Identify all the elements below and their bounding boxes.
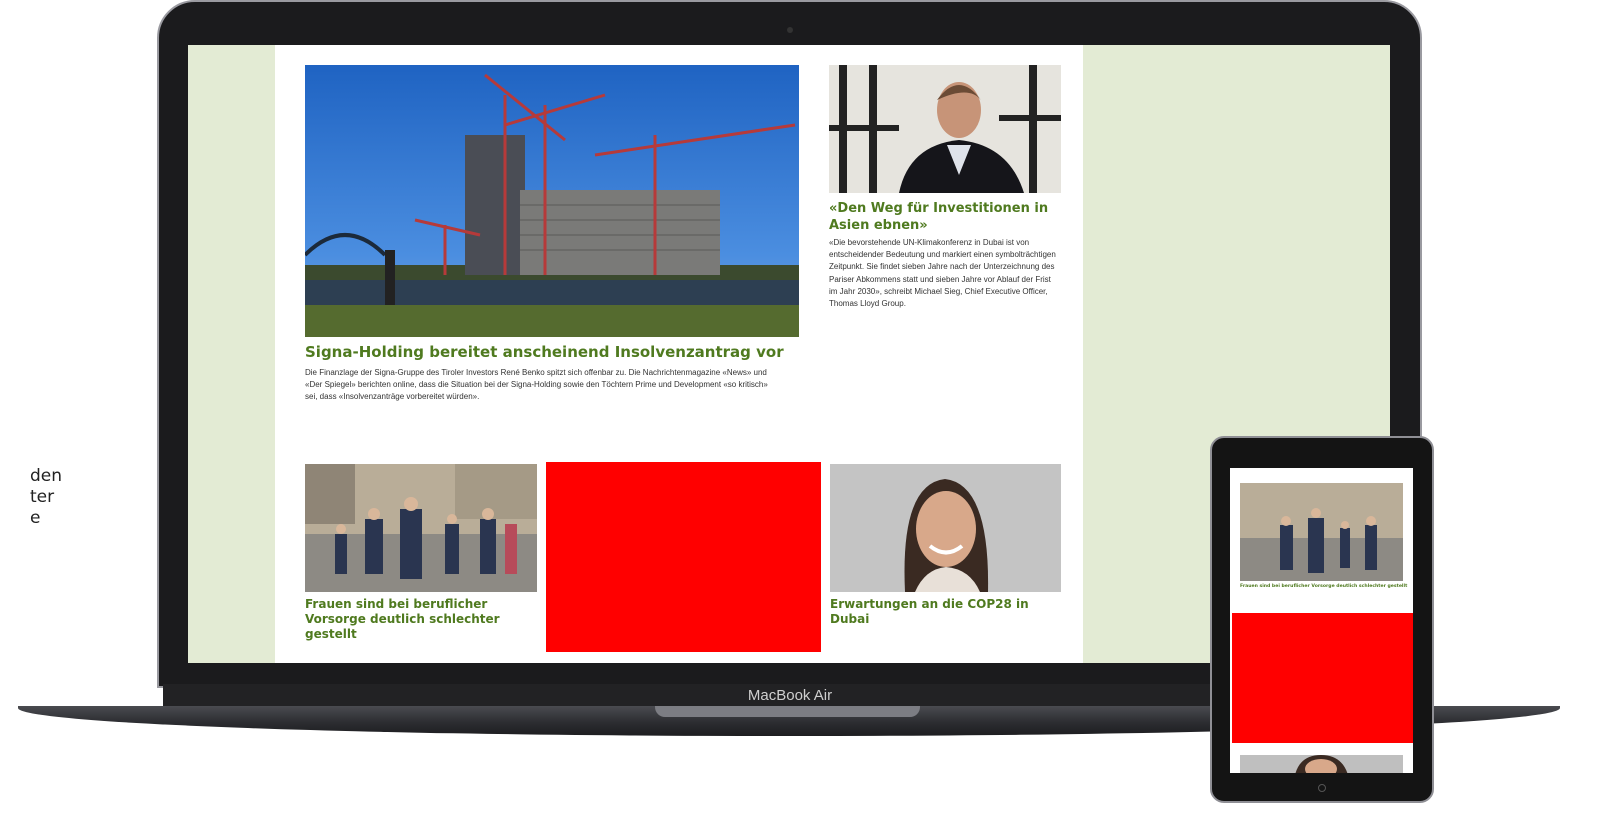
main-article-teaser: Die Finanzlage der Signa-Gruppe des Tiro… (305, 368, 768, 401)
ad-placeholder[interactable] (546, 462, 821, 652)
main-article-title[interactable]: Signa-Holding bereitet anscheinend Insol… (305, 343, 825, 361)
tablet-home-button[interactable] (1318, 784, 1326, 792)
card-image-woman[interactable] (830, 464, 1061, 592)
hero-image[interactable] (305, 65, 799, 337)
clipped-side-text: den ter e (0, 466, 70, 529)
news-page: Signa-Holding bereitet anscheinend Insol… (275, 45, 1083, 663)
card-image-street[interactable] (305, 464, 537, 592)
card-title-women-pension[interactable]: Frauen sind bei beruflicher Vorsorge deu… (305, 597, 530, 642)
tablet-card-title[interactable]: Frauen sind bei beruflicher Vorsorge deu… (1240, 584, 1408, 590)
laptop-notch (655, 706, 920, 717)
side-text-line: e (30, 508, 41, 528)
tablet-next-image[interactable] (1240, 755, 1403, 773)
side-article-title[interactable]: «Den Weg für Investitionen in Asien ebne… (829, 200, 1054, 234)
side-text-line: ter (30, 487, 55, 507)
tablet-screen: Frauen sind bei beruflicher Vorsorge deu… (1230, 468, 1413, 773)
side-article-image[interactable] (829, 65, 1061, 193)
side-text-line: den (30, 466, 63, 486)
tablet-ad-placeholder[interactable] (1232, 613, 1413, 743)
side-article-teaser: «Die bevorstehende UN-Klimakonferenz in … (829, 238, 1056, 309)
card-title-cop28[interactable]: Erwartungen an die COP28 in Dubai (830, 597, 1055, 627)
tablet-card-image[interactable] (1240, 483, 1403, 581)
camera-icon (787, 27, 793, 33)
